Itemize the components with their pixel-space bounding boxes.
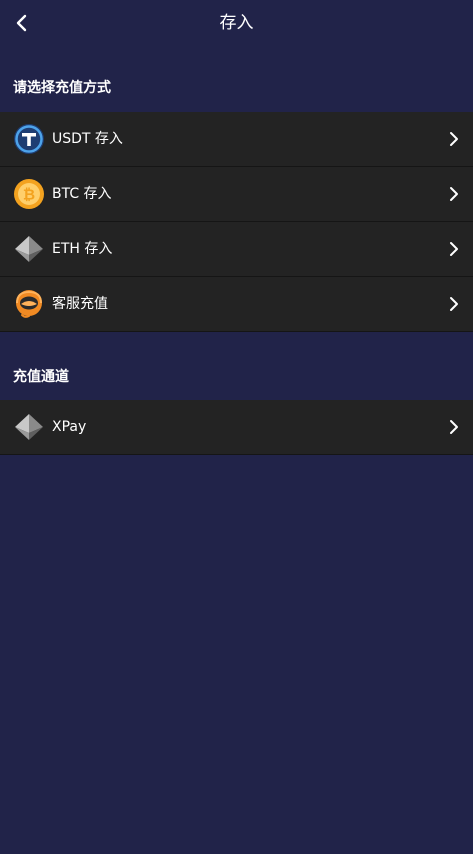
deposit-option-label: ETH 存入 bbox=[52, 241, 113, 257]
deposit-option-usdt[interactable]: USDT 存入 bbox=[0, 112, 473, 167]
chevron-right-icon bbox=[449, 131, 459, 147]
deposit-option-label: USDT 存入 bbox=[52, 131, 123, 147]
channel-option-label: XPay bbox=[52, 419, 87, 435]
chevron-right-icon bbox=[449, 296, 459, 312]
svg-text:₿: ₿ bbox=[23, 186, 35, 204]
channel-option-xpay[interactable]: XPay bbox=[0, 400, 473, 455]
customer-service-icon bbox=[13, 288, 45, 320]
section-title-deposit-method: 请选择充值方式 bbox=[13, 80, 111, 96]
page-title: 存入 bbox=[219, 13, 254, 33]
usdt-icon bbox=[13, 123, 45, 155]
chevron-right-icon bbox=[449, 186, 459, 202]
deposit-option-label: BTC 存入 bbox=[52, 186, 112, 202]
deposit-option-label: 客服充值 bbox=[52, 296, 108, 312]
top-bar: 存入 bbox=[0, 0, 473, 46]
deposit-option-customer-service[interactable]: 客服充值 bbox=[0, 277, 473, 332]
section-title-channel: 充值通道 bbox=[13, 369, 69, 385]
deposit-method-list: USDT 存入 ₿ BTC 存入 ETH 存入 客服充值 bbox=[0, 112, 473, 332]
deposit-option-btc[interactable]: ₿ BTC 存入 bbox=[0, 167, 473, 222]
channel-list: XPay bbox=[0, 400, 473, 455]
chevron-right-icon bbox=[449, 419, 459, 435]
xpay-icon bbox=[13, 411, 45, 443]
deposit-option-eth[interactable]: ETH 存入 bbox=[0, 222, 473, 277]
eth-icon bbox=[13, 233, 45, 265]
btc-icon: ₿ bbox=[13, 178, 45, 210]
chevron-right-icon bbox=[449, 241, 459, 257]
